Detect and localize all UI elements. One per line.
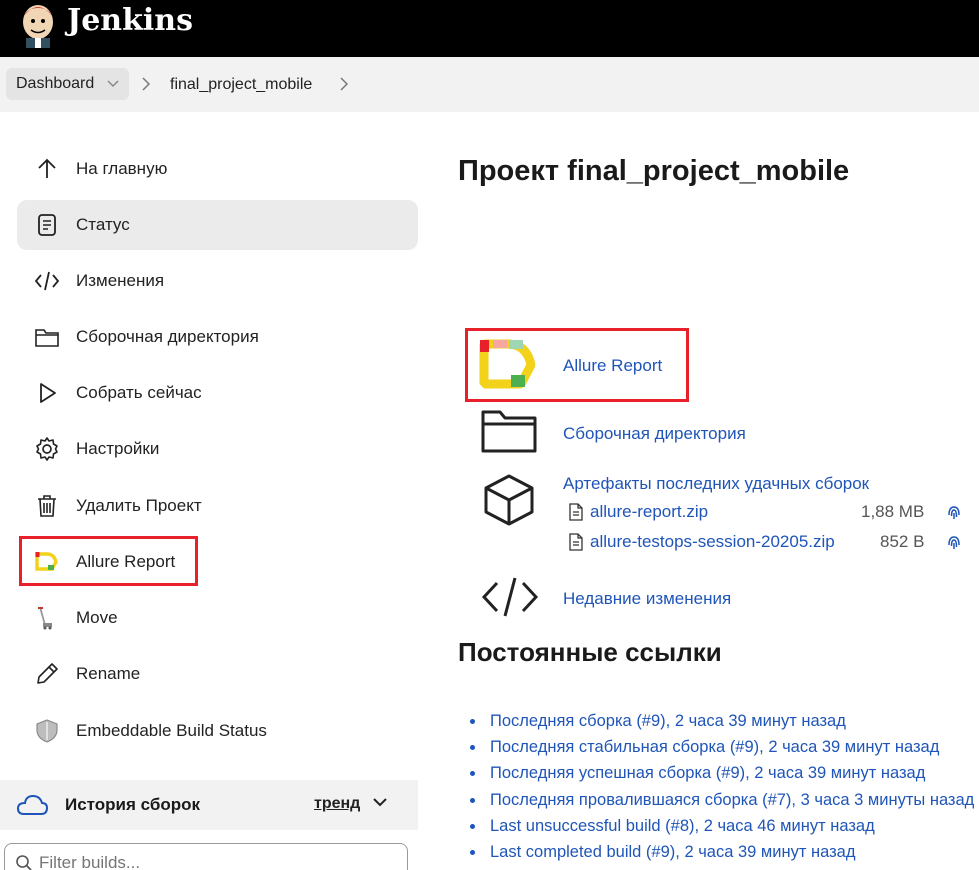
permalink-last-failed-build[interactable]: Последняя провалившаяся сборка (#7), 3 ч… [490,791,974,809]
artifact-size: 1,88 MB [861,502,925,521]
package-icon [484,474,534,526]
cloud-icon [16,794,48,815]
sidebar-item-label: Move [76,608,118,627]
filter-builds-field[interactable] [4,843,408,870]
page-title: Проект final_project_mobile [458,155,850,187]
artifact-link[interactable]: allure-testops-session-20205.zip [590,532,835,552]
chevron-down-icon[interactable] [372,796,388,808]
gear-icon [33,435,61,463]
artifact-link[interactable]: allure-report.zip [590,502,708,522]
pencil-icon [33,660,61,688]
top-header: Jenkins [0,0,979,57]
permalink-last-successful-build[interactable]: Последняя успешная сборка (#9), 2 часа 3… [490,764,925,782]
permalink-last-unsuccessful-build[interactable]: Last unsuccessful build (#8), 2 часа 46 … [490,817,875,835]
sidebar-item-embeddable-build-status[interactable]: Embeddable Build Status [17,706,418,756]
list-item: Последняя успешная сборка (#9), 2 часа 3… [486,760,974,786]
artifact-row: allure-report.zip 1,88 MB [568,502,979,524]
filter-builds-input[interactable] [39,853,359,870]
sidebar-item-label: Embeddable Build Status [76,721,267,740]
recent-changes-link[interactable]: Недавние изменения [563,589,731,609]
list-item: Последняя стабильная сборка (#9), 2 часа… [486,734,974,760]
move-icon [33,604,61,632]
sidebar-item-label: Удалить Проект [76,496,202,515]
permalink-last-completed-build[interactable]: Last completed build (#9), 2 часа 39 мин… [490,843,855,861]
breadcrumb-dashboard-label: Dashboard [16,75,95,92]
list-item: Last completed build (#9), 2 часа 39 мин… [486,839,974,865]
chevron-down-icon[interactable] [107,80,119,88]
sidebar-item-status[interactable]: Статус [17,200,418,250]
artifact-size: 852 B [880,532,925,551]
sidebar-item-label: Rename [76,664,141,683]
sidebar-item-move[interactable]: Move [17,593,418,643]
build-history-title: История сборок [65,795,201,814]
search-icon [16,855,32,870]
play-icon [33,379,61,407]
sidebar-item-label: Изменения [76,271,165,290]
sidebar-item-label: Статус [76,215,130,234]
build-history-header[interactable]: История сборок тренд [0,780,418,830]
permalinks-title: Постоянные ссылки [458,637,722,667]
list-item: Last unsuccessful build (#8), 2 часа 46 … [486,813,974,839]
permalink-last-stable-build[interactable]: Последняя стабильная сборка (#9), 2 часа… [490,738,939,756]
sidebar-item-workspace[interactable]: Сборочная директория [17,312,418,362]
fingerprint-icon[interactable] [946,533,962,551]
code-icon [481,577,539,617]
chevron-right-icon[interactable] [340,77,348,91]
sidebar-item-home[interactable]: На главную [17,144,418,194]
jenkins-logo-icon[interactable] [18,2,58,48]
trash-icon [33,492,61,520]
list-item: Последняя провалившаяся сборка (#7), 3 ч… [486,787,974,813]
document-icon [33,211,61,239]
artifact-row: allure-testops-session-20205.zip 852 B [568,532,979,554]
artifacts-link[interactable]: Артефакты последних удачных сборок [563,474,869,494]
sidebar-item-changes[interactable]: Изменения [17,256,418,306]
arrow-up-icon [33,155,61,183]
sidebar-item-settings[interactable]: Настройки [17,424,418,474]
code-icon [33,267,61,295]
breadcrumb-dashboard[interactable]: Dashboard [6,68,129,100]
list-item: Последняя сборка (#9), 2 часа 39 минут н… [486,708,974,734]
breadcrumb-project[interactable]: final_project_mobile [170,76,312,94]
folder-icon [481,410,537,453]
sidebar-item-delete-project[interactable]: Удалить Проект [17,481,418,531]
workspace-link[interactable]: Сборочная директория [563,424,746,444]
permalinks-list: Последняя сборка (#9), 2 часа 39 минут н… [486,708,974,865]
file-icon [569,533,583,551]
sidebar-item-label: Сборочная директория [76,327,259,346]
brand-title[interactable]: Jenkins [67,3,193,38]
sidebar-item-build-now[interactable]: Собрать сейчас [17,368,418,418]
highlight-box [19,536,198,586]
sidebar-item-label: Настройки [76,439,160,458]
fingerprint-icon[interactable] [946,503,962,521]
shield-icon [33,717,61,745]
sidebar-item-label: На главную [76,159,168,178]
trend-link[interactable]: тренд [314,795,360,813]
file-icon [569,503,583,521]
permalink-last-build[interactable]: Последняя сборка (#9), 2 часа 39 минут н… [490,712,846,730]
folder-icon [33,323,61,351]
highlight-box [465,328,689,402]
sidebar-item-rename[interactable]: Rename [17,649,418,699]
chevron-right-icon [142,77,150,91]
sidebar-item-label: Собрать сейчас [76,383,202,402]
breadcrumb: Dashboard final_project_mobile [0,57,979,112]
